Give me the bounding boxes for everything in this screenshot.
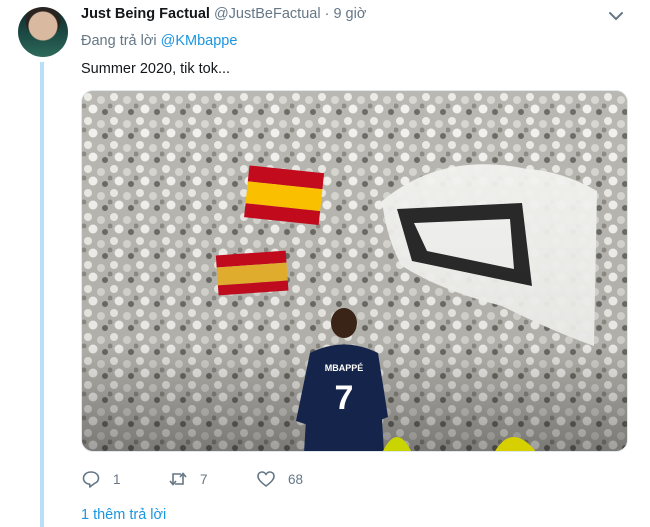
like-count: 68 — [288, 471, 304, 487]
jersey-number: 7 — [335, 379, 354, 417]
reply-action[interactable]: 1 — [81, 468, 121, 490]
separator-dot: · — [324, 6, 330, 22]
like-action[interactable]: 68 — [256, 468, 303, 490]
tweet-photo[interactable]: MBAPPÉ 7 — [81, 90, 628, 452]
replying-to: Đang trả lời @KMbappe — [81, 33, 237, 49]
tweet-timestamp[interactable]: 9 giờ — [333, 6, 366, 22]
retweet-action[interactable]: 7 — [168, 468, 208, 490]
tweet-text: Summer 2020, tik tok... — [81, 61, 231, 77]
reply-icon — [82, 471, 100, 488]
replying-prefix: Đang trả lời — [81, 33, 157, 49]
thread-line — [40, 62, 44, 527]
mention-link[interactable]: @KMbappe — [161, 33, 238, 49]
heart-icon — [257, 471, 275, 487]
photo-stadium-scene: MBAPPÉ 7 — [82, 91, 627, 451]
avatar[interactable] — [18, 7, 68, 57]
retweet-count: 7 — [200, 471, 208, 487]
show-more-replies-link[interactable]: 1 thêm trả lời — [81, 507, 166, 523]
chevron-down-icon[interactable] — [606, 6, 626, 26]
jersey-name: MBAPPÉ — [325, 363, 364, 373]
display-name[interactable]: Just Being Factual — [81, 6, 210, 22]
user-handle[interactable]: @JustBeFactual — [214, 6, 321, 22]
reply-count: 1 — [113, 471, 121, 487]
retweet-icon — [169, 472, 187, 486]
tweet-header: Just Being Factual @JustBeFactual · 9 gi… — [81, 6, 366, 22]
